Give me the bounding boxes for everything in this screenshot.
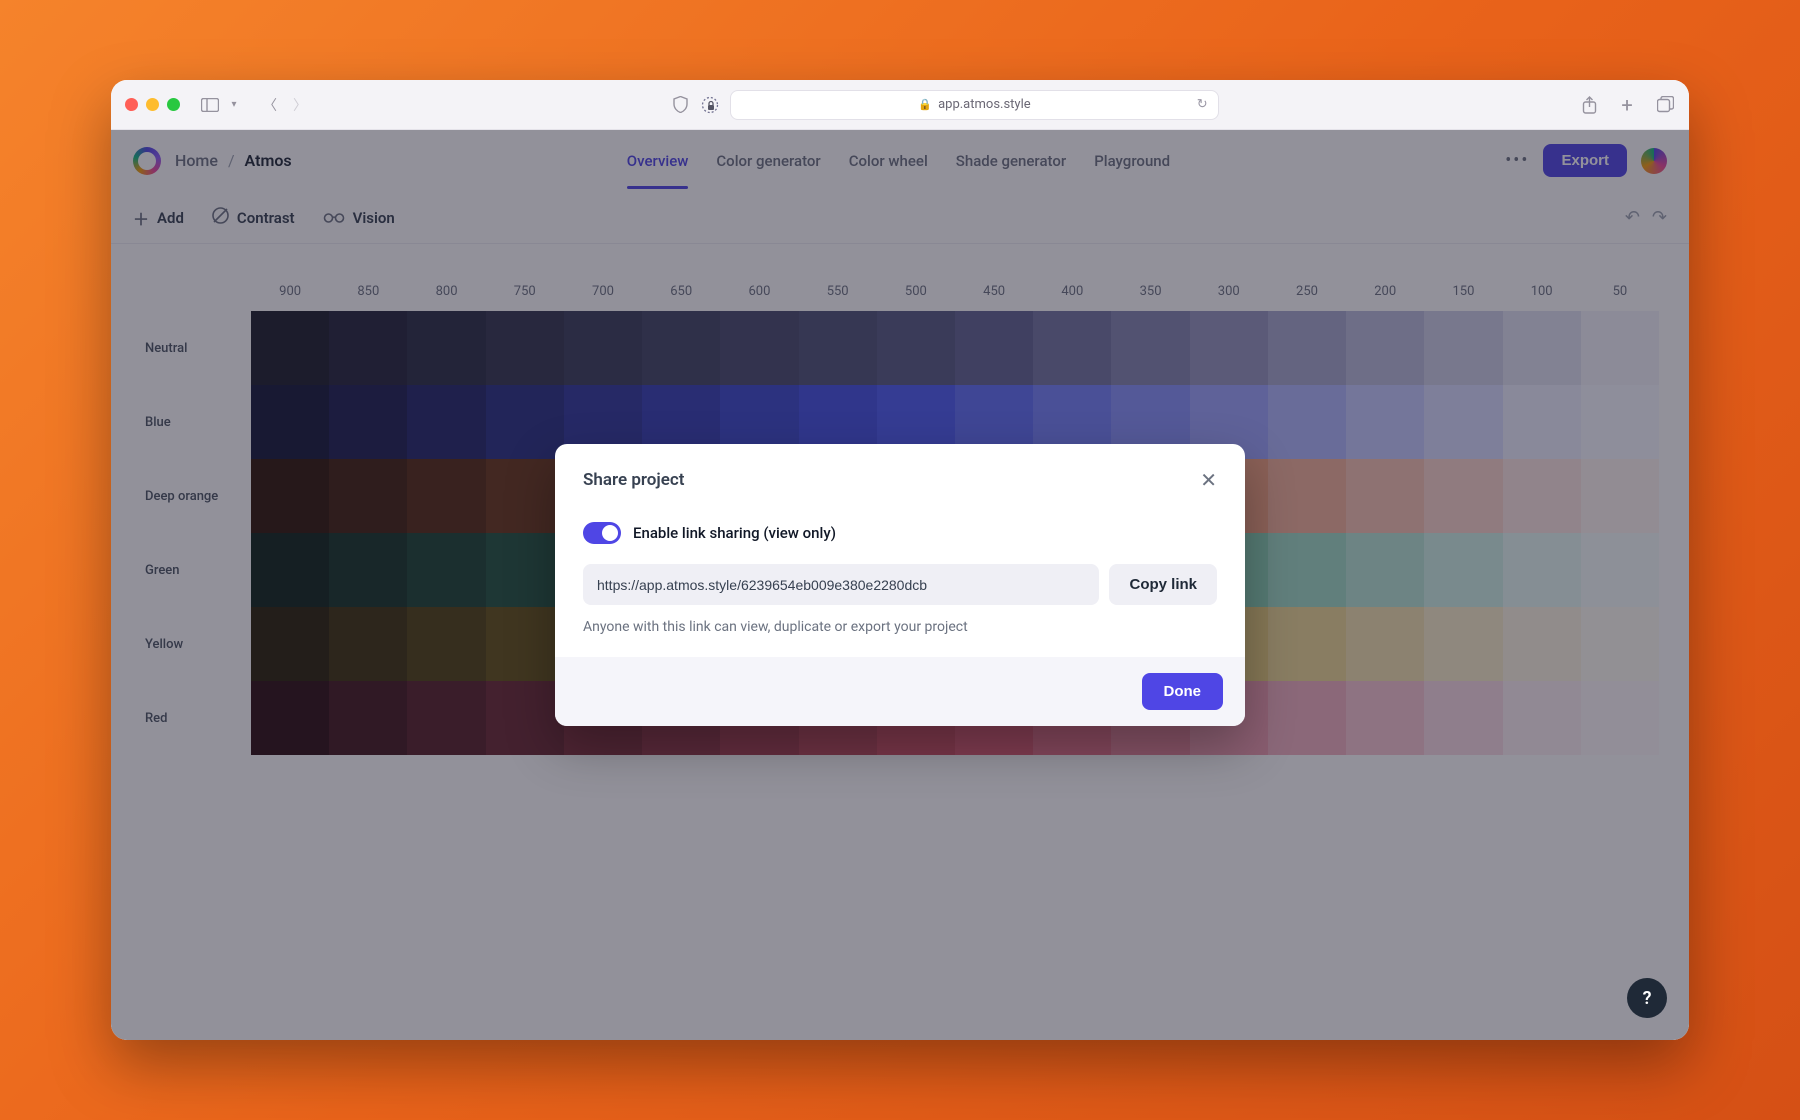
modal-title: Share project <box>583 470 684 490</box>
new-tab-icon[interactable]: + <box>1617 95 1637 115</box>
tabs-overview-icon[interactable] <box>1655 95 1675 115</box>
share-icon[interactable] <box>1579 95 1599 115</box>
modal-overlay[interactable]: Share project ✕ Enable link sharing (vie… <box>111 130 1689 1040</box>
shield-icon[interactable] <box>670 95 690 115</box>
browser-window: ▾ 〈 〉 🔒 app.atmos.style ↻ + <box>111 80 1689 1040</box>
share-modal: Share project ✕ Enable link sharing (vie… <box>555 444 1245 726</box>
close-icon[interactable]: ✕ <box>1200 468 1217 492</box>
copy-link-button[interactable]: Copy link <box>1109 564 1217 605</box>
sharing-toggle-label: Enable link sharing (view only) <box>633 524 836 542</box>
window-close-icon[interactable] <box>125 98 138 111</box>
url-text: app.atmos.style <box>938 97 1031 112</box>
app-viewport: Home / Atmos OverviewColor generatorColo… <box>111 130 1689 1040</box>
back-icon[interactable]: 〈 <box>260 95 280 115</box>
browser-toolbar: ▾ 〈 〉 🔒 app.atmos.style ↻ + <box>111 80 1689 130</box>
forward-icon[interactable]: 〉 <box>290 95 310 115</box>
share-url-input[interactable] <box>583 564 1099 605</box>
help-button[interactable]: ? <box>1627 978 1667 1018</box>
dropdown-icon[interactable]: ▾ <box>224 95 244 115</box>
window-minimize-icon[interactable] <box>146 98 159 111</box>
privacy-icon[interactable] <box>700 95 720 115</box>
share-hint: Anyone with this link can view, duplicat… <box>583 619 1217 635</box>
window-zoom-icon[interactable] <box>167 98 180 111</box>
sharing-toggle[interactable] <box>583 522 621 544</box>
url-bar[interactable]: 🔒 app.atmos.style ↻ <box>730 90 1218 120</box>
reload-icon[interactable]: ↻ <box>1197 97 1208 112</box>
traffic-lights <box>125 98 180 111</box>
lock-icon: 🔒 <box>918 98 932 111</box>
sidebar-icon[interactable] <box>200 95 220 115</box>
help-icon: ? <box>1643 988 1652 1009</box>
done-button[interactable]: Done <box>1142 673 1224 710</box>
